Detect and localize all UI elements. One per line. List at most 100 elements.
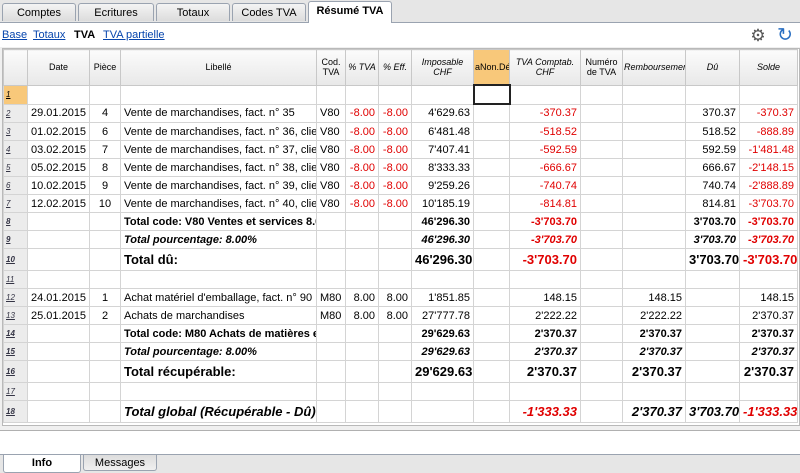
cell-solde[interactable] xyxy=(739,270,798,289)
cell-remboursement[interactable]: 2'370.37 xyxy=(622,324,686,343)
cell-solde[interactable]: 148.15 xyxy=(739,288,798,307)
row-number[interactable]: 15 xyxy=(3,342,28,361)
cell-pct-tva[interactable]: -8.00 xyxy=(345,122,379,141)
cell-cod-tva[interactable] xyxy=(316,324,346,343)
cell-pct-tva[interactable] xyxy=(345,400,379,423)
cell-date[interactable] xyxy=(27,382,90,401)
cell-du[interactable]: 3'703.70 xyxy=(685,230,740,249)
cell-numero-tva[interactable] xyxy=(580,158,623,177)
view-base[interactable]: Base xyxy=(2,29,27,41)
cell-solde[interactable]: 2'370.37 xyxy=(739,324,798,343)
cell-cod-tva[interactable]: V80 xyxy=(316,158,346,177)
cell-du[interactable] xyxy=(685,324,740,343)
cell-non-dec[interactable] xyxy=(473,360,510,383)
table-row[interactable]: 12 24.01.2015 1 Achat matériel d'emballage,… xyxy=(3,288,798,307)
cell-numero-tva[interactable] xyxy=(580,324,623,343)
tab-info[interactable]: Info xyxy=(3,455,81,473)
row-number[interactable]: 1 xyxy=(3,84,28,105)
cell-tva-comptab[interactable] xyxy=(509,382,581,401)
cell-cod-tva[interactable] xyxy=(316,400,346,423)
table-row[interactable]: 18 Total global (Récupérable - Dû) -1'333.… xyxy=(3,400,798,423)
row-number[interactable]: 2 xyxy=(3,103,28,123)
cell-imposable[interactable]: 10'185.19 xyxy=(411,194,474,213)
col-date[interactable]: Date xyxy=(27,49,90,86)
cell-imposable[interactable]: 29'629.63 xyxy=(411,342,474,361)
cell-du[interactable] xyxy=(685,360,740,383)
cell-pct-eff[interactable]: 8.00 xyxy=(378,288,412,307)
cell-tva-comptab[interactable]: 148.15 xyxy=(509,288,581,307)
cell-remboursement[interactable] xyxy=(622,140,686,159)
cell-remboursement[interactable] xyxy=(622,230,686,249)
cell-numero-tva[interactable] xyxy=(580,400,623,423)
col-du[interactable]: Dû xyxy=(685,49,740,86)
cell-tva-comptab[interactable]: -3'703.70 xyxy=(509,248,581,271)
cell-numero-tva[interactable] xyxy=(580,306,623,325)
cell-non-dec[interactable] xyxy=(473,212,510,231)
cell-pct-eff[interactable] xyxy=(378,230,412,249)
cell-piece[interactable] xyxy=(89,342,121,361)
cell-remboursement[interactable]: 2'370.37 xyxy=(622,360,686,383)
cell-cod-tva[interactable] xyxy=(316,270,346,289)
cell-du[interactable]: 592.59 xyxy=(685,140,740,159)
cell-non-dec[interactable] xyxy=(473,270,510,289)
cell-libelle[interactable] xyxy=(120,382,317,401)
cell-solde[interactable]: -3'703.70 xyxy=(739,194,798,213)
table-row[interactable]: 8 Total code: V80 Ventes et services 8.0%… xyxy=(3,212,798,231)
cell-imposable[interactable]: 6'481.48 xyxy=(411,122,474,141)
cell-solde[interactable]: 2'370.37 xyxy=(739,342,798,361)
cell-imposable[interactable]: 7'407.41 xyxy=(411,140,474,159)
cell-numero-tva[interactable] xyxy=(580,212,623,231)
cell-non-dec[interactable] xyxy=(473,288,510,307)
cell-remboursement[interactable] xyxy=(622,103,686,123)
cell-pct-eff[interactable] xyxy=(378,212,412,231)
cell-du[interactable] xyxy=(685,306,740,325)
cell-pct-eff[interactable] xyxy=(378,400,412,423)
cell-solde[interactable]: -2'148.15 xyxy=(739,158,798,177)
cell-numero-tva[interactable] xyxy=(580,360,623,383)
cell-du[interactable]: 666.67 xyxy=(685,158,740,177)
cell-pct-eff[interactable]: -8.00 xyxy=(378,122,412,141)
cell-solde[interactable]: 2'370.37 xyxy=(739,360,798,383)
cell-date[interactable] xyxy=(27,248,90,271)
cell-pct-eff[interactable] xyxy=(378,270,412,289)
cell-solde[interactable] xyxy=(739,382,798,401)
table-row[interactable]: 9 Total pourcentage: 8.00% 46'296.30 -3'703… xyxy=(3,230,798,249)
cell-pct-eff[interactable] xyxy=(378,382,412,401)
cell-pct-eff[interactable] xyxy=(378,342,412,361)
cell-tva-comptab[interactable]: 2'370.37 xyxy=(509,324,581,343)
vat-summary-table[interactable]: Date Pièce Libellé Cod. TVA % TVA % Eff.… xyxy=(2,48,800,426)
cell-libelle[interactable] xyxy=(120,84,317,105)
cell-du[interactable]: 3'703.70 xyxy=(685,400,740,423)
cell-piece[interactable] xyxy=(89,382,121,401)
cell-pct-tva[interactable] xyxy=(345,230,379,249)
cell-pct-tva[interactable] xyxy=(345,342,379,361)
cell-tva-comptab[interactable]: -370.37 xyxy=(509,103,581,123)
cell-tva-comptab[interactable]: 2'370.37 xyxy=(509,342,581,361)
refresh-icon[interactable]: ↻ xyxy=(776,26,794,45)
cell-du[interactable] xyxy=(685,382,740,401)
cell-non-dec[interactable] xyxy=(473,194,510,213)
row-number[interactable]: 17 xyxy=(3,382,28,401)
col-remboursement[interactable]: Remboursement xyxy=(622,49,686,86)
cell-date[interactable] xyxy=(27,324,90,343)
tab-resume-tva[interactable]: Résumé TVA✕ xyxy=(308,1,392,36)
cell-solde[interactable]: -3'703.70 xyxy=(739,248,798,271)
cell-numero-tva[interactable] xyxy=(580,103,623,123)
cell-non-dec[interactable] xyxy=(473,382,510,401)
cell-du[interactable] xyxy=(685,288,740,307)
cell-non-dec[interactable] xyxy=(473,400,510,423)
cell-tva-comptab[interactable]: 2'370.37 xyxy=(509,360,581,383)
table-row[interactable]: 10 Total dû: 46'296.30 -3'703.70 3'703.70 -3'… xyxy=(3,248,798,271)
cell-remboursement[interactable]: 2'370.37 xyxy=(622,400,686,423)
cell-numero-tva[interactable] xyxy=(580,342,623,361)
cell-pct-tva[interactable] xyxy=(345,270,379,289)
cell-libelle[interactable]: Vente de marchandises, fact. n° 36, clie xyxy=(120,122,317,141)
cell-numero-tva[interactable] xyxy=(580,194,623,213)
cell-imposable[interactable] xyxy=(411,270,474,289)
cell-date[interactable] xyxy=(27,342,90,361)
cell-numero-tva[interactable] xyxy=(580,122,623,141)
row-number[interactable]: 10 xyxy=(3,248,28,271)
cell-cod-tva[interactable] xyxy=(316,248,346,271)
cell-cod-tva[interactable]: V80 xyxy=(316,194,346,213)
table-row[interactable]: 16 Total récupérable: 29'629.63 2'370.37 2'3… xyxy=(3,360,798,383)
